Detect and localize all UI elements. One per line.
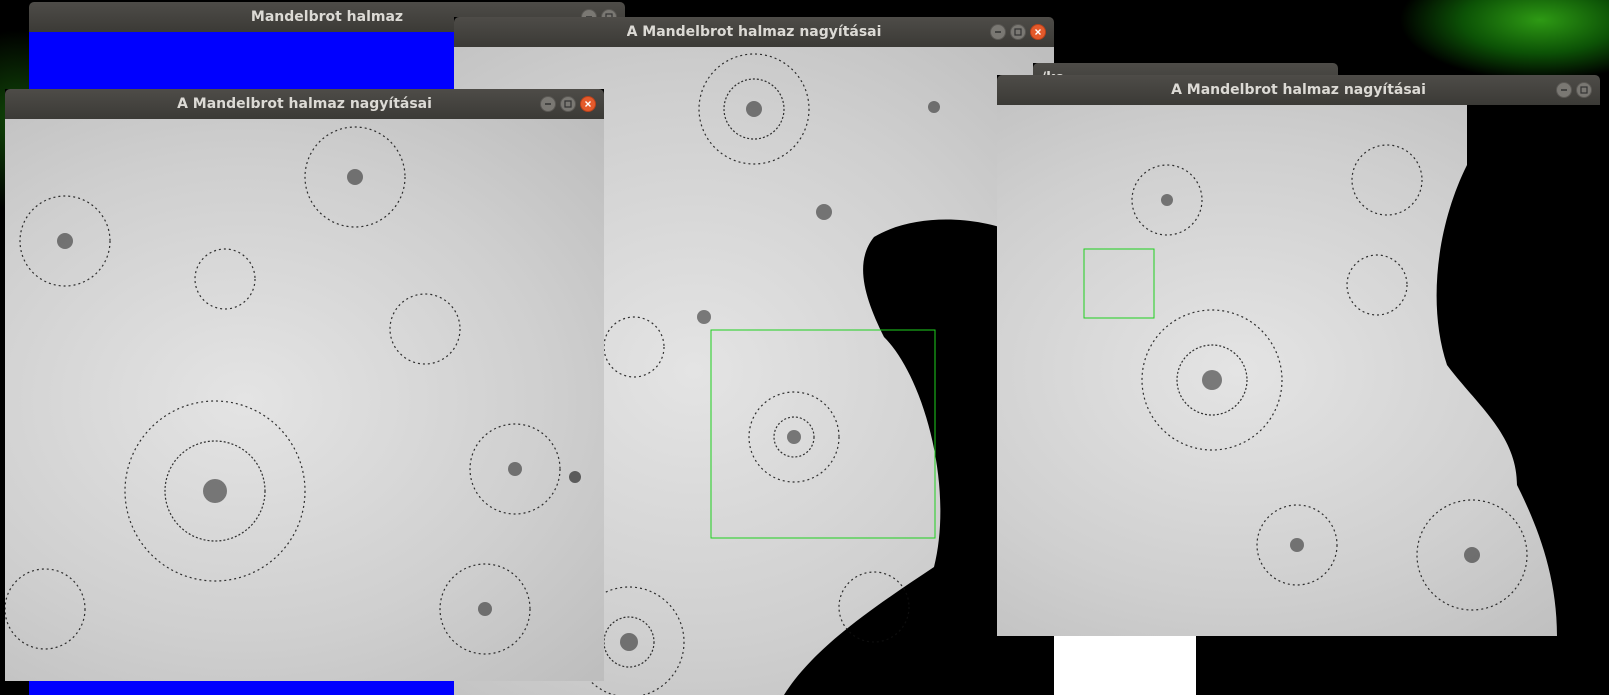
- close-button[interactable]: [1030, 24, 1046, 40]
- maximize-icon: [564, 100, 572, 108]
- maximize-button[interactable]: [560, 96, 576, 112]
- hidden-window-white-region: [1054, 636, 1196, 695]
- zoom-canvas[interactable]: [997, 105, 1600, 636]
- window-title: A Mandelbrot halmaz nagyításai: [1171, 82, 1426, 98]
- titlebar[interactable]: A Mandelbrot halmaz nagyításai: [997, 75, 1600, 105]
- fractal-render: [1083, 105, 1600, 636]
- minimize-button[interactable]: [540, 96, 556, 112]
- titlebar[interactable]: A Mandelbrot halmaz nagyításai: [5, 89, 604, 119]
- maximize-icon: [1580, 86, 1588, 94]
- minimize-button[interactable]: [1556, 82, 1572, 98]
- close-icon: [585, 101, 591, 107]
- window-zoom-right[interactable]: A Mandelbrot halmaz nagyításai: [997, 75, 1600, 636]
- fractal-render: [5, 126, 581, 655]
- maximize-button[interactable]: [1576, 82, 1592, 98]
- window-zoom-left[interactable]: A Mandelbrot halmaz nagyításai: [5, 89, 604, 681]
- minimize-button[interactable]: [990, 24, 1006, 40]
- minimize-icon: [995, 31, 1001, 33]
- window-title: Mandelbrot halmaz: [250, 9, 404, 25]
- minimize-icon: [545, 103, 551, 105]
- close-icon: [1035, 29, 1041, 35]
- maximize-icon: [1014, 28, 1022, 36]
- window-title: A Mandelbrot halmaz nagyításai: [177, 96, 432, 112]
- close-button[interactable]: [580, 96, 596, 112]
- titlebar[interactable]: A Mandelbrot halmaz nagyításai: [454, 17, 1054, 47]
- minimize-icon: [1561, 89, 1567, 91]
- maximize-button[interactable]: [1010, 24, 1026, 40]
- window-title: A Mandelbrot halmaz nagyításai: [626, 24, 882, 40]
- zoom-canvas[interactable]: [5, 119, 604, 681]
